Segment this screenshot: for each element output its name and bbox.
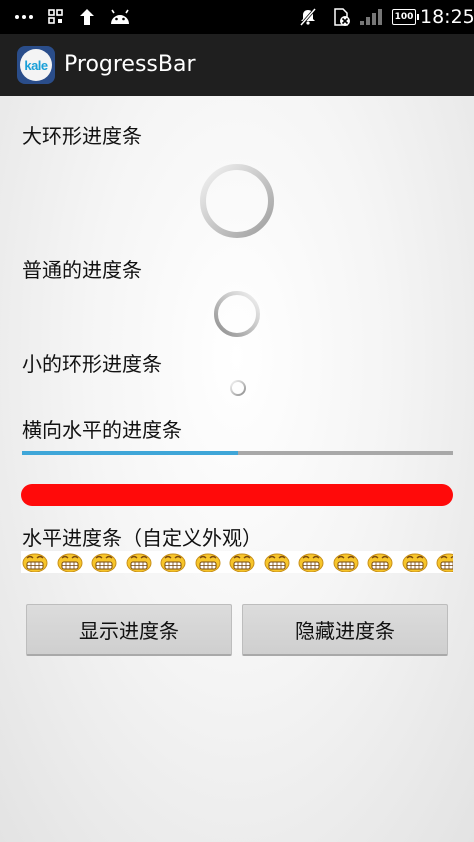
more-dots-icon (12, 0, 36, 34)
emoji-face-icon (56, 552, 84, 573)
app-logo-text: kale (20, 49, 52, 81)
emoji-face-icon (332, 552, 360, 573)
custom-progress-bar (21, 551, 453, 573)
signal-icon (358, 0, 384, 34)
clock: 18:25 (420, 6, 474, 28)
horizontal-bar-label: 横向水平的进度条 (22, 418, 182, 442)
emoji-face-icon (401, 552, 429, 573)
emoji-face-icon (125, 552, 153, 573)
battery-level: 100 (392, 9, 419, 25)
screen: 100 18:25 kale ProgressBar 大环形进度条 普通的进度条 (0, 0, 474, 842)
horizontal-progress-fill (22, 451, 238, 455)
horizontal-progress-bar (22, 451, 453, 455)
custom-bar-label: 水平进度条（自定义外观） (22, 526, 262, 550)
app-logo-icon[interactable]: kale (17, 46, 55, 84)
normal-spinner (214, 291, 260, 337)
emoji-face-icon (159, 552, 187, 573)
mute-icon (296, 0, 320, 34)
page-title: ProgressBar (64, 52, 196, 77)
small-spinner-label: 小的环形进度条 (22, 352, 162, 376)
large-spinner (200, 164, 274, 238)
emoji-face-icon (194, 552, 222, 573)
small-spinner (230, 380, 246, 396)
android-icon (106, 0, 134, 34)
emoji-face-icon (366, 552, 394, 573)
battery-icon: 100 (390, 0, 419, 34)
hide-progress-button[interactable]: 隐藏进度条 (242, 604, 448, 656)
show-progress-button[interactable]: 显示进度条 (26, 604, 232, 656)
normal-spinner-label: 普通的进度条 (22, 258, 142, 282)
emoji-face-icon (435, 552, 453, 573)
status-bar: 100 18:25 (0, 0, 474, 34)
emoji-face-icon (21, 552, 49, 573)
upload-arrow-icon (76, 0, 98, 34)
emoji-face-icon (297, 552, 325, 573)
emoji-face-icon (263, 552, 291, 573)
content-area: 大环形进度条 普通的进度条 小的环形进度条 横向水平的进度条 水平进度条（自定义… (0, 96, 474, 842)
emoji-face-icon (90, 552, 118, 573)
sim-blocked-icon (330, 0, 352, 34)
large-spinner-label: 大环形进度条 (22, 124, 142, 148)
red-progress-bar (21, 484, 453, 506)
action-bar: kale ProgressBar (0, 34, 474, 98)
grid-icon (46, 0, 66, 34)
emoji-face-icon (228, 552, 256, 573)
